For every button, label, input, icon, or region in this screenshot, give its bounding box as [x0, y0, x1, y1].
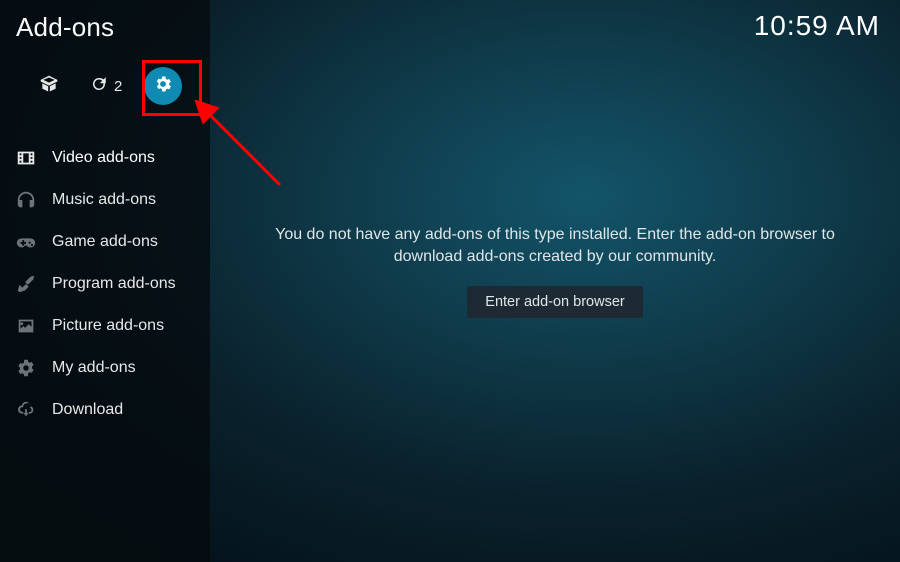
toolbar: 2 [0, 43, 210, 123]
sidebar-item-video-addons[interactable]: Video add-ons [0, 137, 210, 179]
sidebar-item-my-addons[interactable]: My add-ons [0, 347, 210, 389]
gamepad-icon [14, 230, 38, 254]
headphones-icon [14, 188, 38, 212]
sidebar-item-label: Game add-ons [52, 233, 158, 251]
content-area: You do not have any add-ons of this type… [210, 0, 900, 562]
refresh-count: 2 [114, 78, 122, 95]
sidebar-item-label: Program add-ons [52, 275, 176, 293]
sidebar-item-picture-addons[interactable]: Picture add-ons [0, 305, 210, 347]
sidebar-item-game-addons[interactable]: Game add-ons [0, 221, 210, 263]
gear-plus-icon [14, 356, 38, 380]
nav-list: Video add-ons Music add-ons Game add-ons… [0, 137, 210, 431]
sidebar-item-label: Download [52, 401, 123, 419]
page-title: Add-ons [0, 0, 210, 43]
settings-button[interactable] [144, 67, 182, 105]
sidebar-item-label: My add-ons [52, 359, 136, 377]
refresh-icon [90, 75, 108, 98]
enter-addon-browser-button[interactable]: Enter add-on browser [467, 286, 642, 318]
sidebar-item-download[interactable]: Download [0, 389, 210, 431]
sidebar-item-label: Picture add-ons [52, 317, 164, 335]
image-icon [14, 314, 38, 338]
sidebar-item-program-addons[interactable]: Program add-ons [0, 263, 210, 305]
download-icon [14, 398, 38, 422]
empty-state-message: You do not have any add-ons of this type… [265, 224, 845, 267]
tools-icon [14, 272, 38, 296]
open-box-icon [39, 74, 59, 99]
gear-icon [153, 74, 173, 99]
sidebar-item-label: Music add-ons [52, 191, 156, 209]
sidebar-item-music-addons[interactable]: Music add-ons [0, 179, 210, 221]
film-icon [14, 146, 38, 170]
sidebar: Add-ons 2 Video add-ons [0, 0, 210, 562]
refresh-button[interactable]: 2 [90, 75, 122, 98]
box-button[interactable] [30, 67, 68, 105]
sidebar-item-label: Video add-ons [52, 149, 155, 167]
